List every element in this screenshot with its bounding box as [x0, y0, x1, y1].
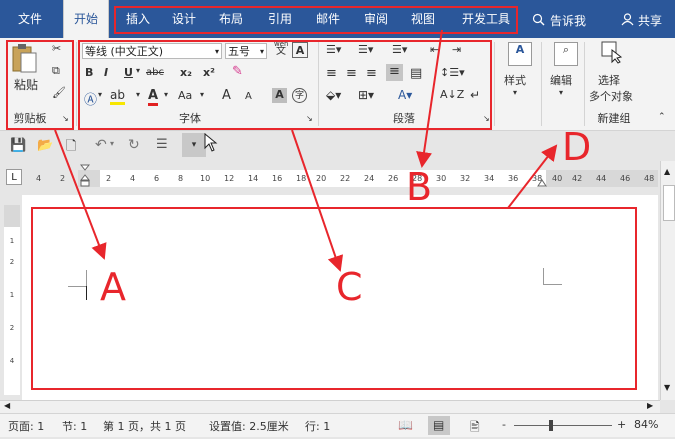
annotation-arrows [54, 29, 558, 272]
annotation-label-d: D [562, 125, 592, 169]
annotation-label-c: C [336, 265, 363, 309]
annotation-label-a: A [100, 265, 126, 309]
annotation-label-b: B [406, 165, 433, 209]
